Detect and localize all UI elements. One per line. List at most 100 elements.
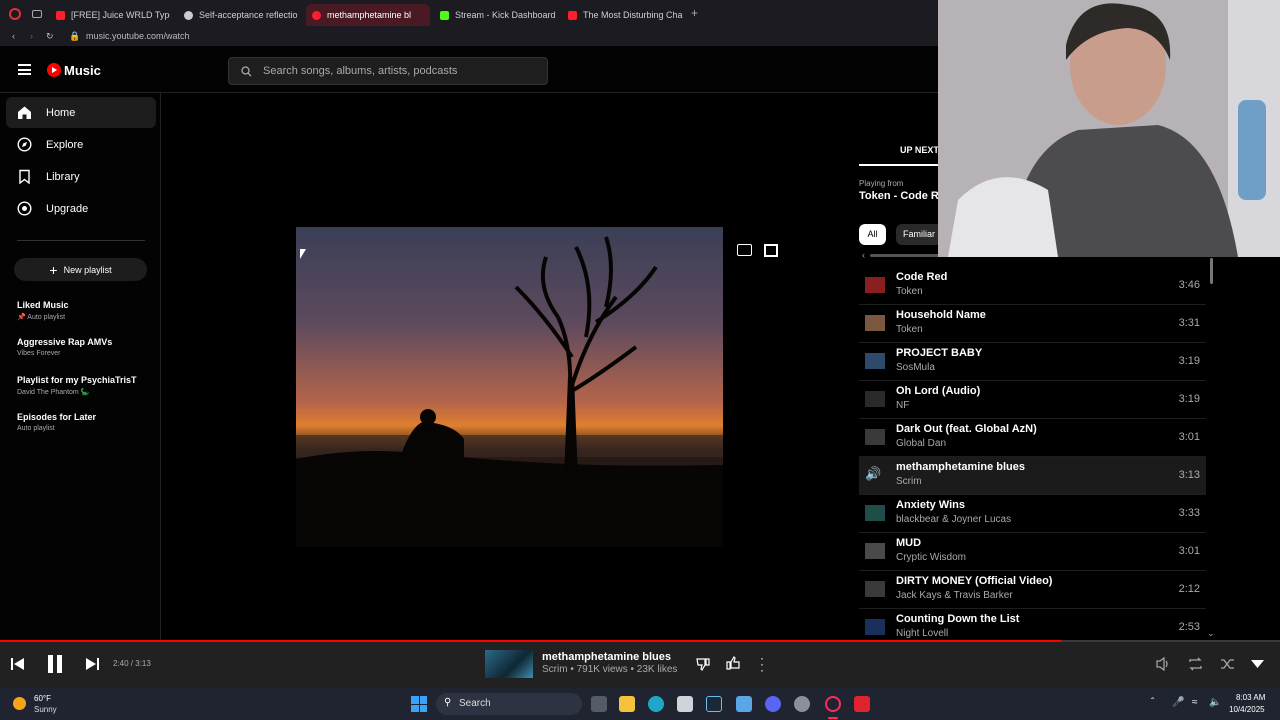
queue-item[interactable]: DIRTY MONEY (Official Video) Jack Kays & … [859, 571, 1206, 609]
tab-label: [FREE] Juice WRLD Type [71, 10, 170, 20]
thumbs-down-icon[interactable] [696, 657, 710, 671]
sidebar-item-label: Library [46, 170, 80, 183]
app-logo-text[interactable]: Music [64, 63, 101, 78]
discord-icon[interactable] [765, 696, 781, 712]
now-playing-thumbnail[interactable] [485, 650, 533, 678]
queue-scrollbar[interactable] [1210, 258, 1213, 284]
opera-logo-icon[interactable] [9, 8, 21, 20]
browser-tab-3[interactable]: Stream - Kick Dashboard [434, 4, 558, 26]
pause-icon[interactable] [46, 655, 64, 673]
playing-from-label: Playing from [859, 179, 904, 188]
new-playlist-button[interactable]: + New playlist [14, 258, 147, 281]
chip-scroll-left-icon[interactable]: ‹ [862, 250, 865, 260]
queue-item-artist: Jack Kays & Travis Barker [896, 590, 1013, 601]
back-icon[interactable]: ‹ [12, 31, 15, 41]
queue-thumbnail[interactable] [865, 505, 885, 521]
opera-gx-icon[interactable] [825, 696, 841, 712]
queue-item[interactable]: MUD Cryptic Wisdom 3:01 [859, 533, 1206, 571]
wifi-icon[interactable]: ≈ [1192, 697, 1198, 708]
chip-all[interactable]: All [859, 224, 886, 245]
file-explorer-icon[interactable] [619, 696, 635, 712]
tray-chevron-icon[interactable]: ˆ [1151, 697, 1154, 708]
sidebar-item-upgrade[interactable]: Upgrade [6, 193, 156, 224]
queue-item-current[interactable]: 🔊 methamphetamine blues Scrim 3:13 [859, 457, 1206, 495]
reload-icon[interactable]: ↻ [46, 31, 54, 42]
browser-tab-0[interactable]: [FREE] Juice WRLD Type [50, 4, 170, 26]
sidebar-item-explore[interactable]: Explore [6, 129, 156, 160]
playlist-item[interactable]: Playlist for my PsychiaTrisT David The P… [17, 375, 157, 396]
capture-app-icon[interactable] [677, 696, 693, 712]
upgrade-icon [17, 201, 32, 216]
queue-thumbnail[interactable] [865, 619, 885, 635]
queue-item[interactable]: Dark Out (feat. Global AzN) Global Dan 3:0… [859, 419, 1206, 457]
clock-date[interactable]: 10/4/2025 [1229, 705, 1265, 714]
chip-scrollbar[interactable] [870, 254, 940, 257]
now-playing-speaker-icon[interactable]: 🔊 [865, 466, 885, 482]
chip-label: Familiar [902, 229, 935, 239]
next-icon[interactable] [86, 658, 99, 670]
more-options-icon[interactable]: · · · [760, 652, 764, 676]
red-app-icon[interactable] [854, 696, 870, 712]
new-tab-icon[interactable]: + [691, 6, 698, 20]
edge-browser-icon[interactable] [648, 696, 664, 712]
now-playing-title[interactable]: methamphetamine blues [542, 651, 671, 663]
playlist-subtitle: Vibes Forever [17, 350, 61, 357]
queue-scroll-down-icon[interactable]: ⌄ [1207, 628, 1215, 639]
playlist-item[interactable]: Aggressive Rap AMVs Vibes Forever [17, 337, 157, 357]
sidebar-item-home[interactable]: Home [6, 97, 156, 128]
steam-icon[interactable] [706, 696, 722, 712]
tab-up-next[interactable]: UP NEXT [900, 145, 939, 155]
queue-item-title: Counting Down the List [896, 613, 1020, 625]
queue-thumbnail[interactable] [865, 353, 885, 369]
notepad-icon[interactable] [736, 696, 752, 712]
playlist-item[interactable]: Liked Music 📌 Auto playlist [17, 300, 157, 321]
new-playlist-label: New playlist [63, 264, 112, 275]
address-bar[interactable]: music.youtube.com/watch [86, 31, 190, 41]
volume-icon[interactable] [1156, 657, 1172, 671]
queue-item-artist: Night Lovell [896, 628, 949, 639]
expand-player-icon[interactable] [1251, 660, 1264, 668]
queue-thumbnail[interactable] [865, 277, 885, 293]
fullscreen-icon[interactable] [764, 244, 778, 257]
taskbar-search-label: Search [459, 698, 491, 709]
clock-time[interactable]: 8:03 AM [1236, 693, 1265, 702]
windows-start-icon[interactable] [411, 696, 427, 712]
weather-widget[interactable]: 60°F Sunny [12, 693, 72, 715]
browser-tab-active[interactable]: methamphetamine bl [306, 4, 430, 26]
browser-tab-4[interactable]: The Most Disturbing Cha [562, 4, 686, 26]
microphone-icon[interactable]: 🎤 [1172, 697, 1184, 708]
queue-thumbnail[interactable] [865, 315, 885, 331]
queue-item[interactable]: Anxiety Wins blackbear & Joyner Lucas 3:33 [859, 495, 1206, 533]
shuffle-icon[interactable] [1220, 657, 1235, 671]
playing-from-value[interactable]: Token - Code Re [859, 190, 945, 202]
thumbs-up-icon[interactable] [726, 656, 740, 670]
queue-thumbnail[interactable] [865, 581, 885, 597]
speaker-icon[interactable]: 🔈 [1209, 697, 1221, 708]
menu-icon[interactable] [18, 64, 31, 75]
previous-icon[interactable] [11, 658, 24, 670]
video-player[interactable] [296, 227, 723, 547]
queue-thumbnail[interactable] [865, 391, 885, 407]
task-view-icon[interactable] [591, 696, 607, 712]
youtube-music-logo-icon[interactable] [47, 63, 61, 77]
miniplayer-icon[interactable] [737, 244, 752, 256]
now-playing-meta[interactable]: Scrim • 791K views • 23K likes [542, 664, 677, 675]
mouse-cursor-icon [300, 249, 306, 259]
queue-thumbnail[interactable] [865, 543, 885, 559]
tab-manager-icon[interactable] [32, 10, 42, 18]
forward-icon[interactable]: › [30, 31, 33, 41]
queue-item[interactable]: Household Name Token 3:31 [859, 305, 1206, 343]
sidebar-item-library[interactable]: Library [6, 161, 156, 192]
queue-item[interactable]: Code Red Token 3:46 [859, 267, 1206, 305]
queue-thumbnail[interactable] [865, 429, 885, 445]
settings-icon[interactable] [794, 696, 810, 712]
chip-familiar[interactable]: Familiar [896, 224, 942, 245]
playlist-item[interactable]: Episodes for Later Auto playlist [17, 412, 157, 432]
taskbar-search[interactable]: ⚲ Search [436, 693, 582, 715]
queue-item-artist: NF [896, 400, 910, 411]
queue-item[interactable]: Oh Lord (Audio) NF 3:19 [859, 381, 1206, 419]
search-input[interactable]: Search songs, albums, artists, podcasts [228, 57, 548, 85]
browser-tab-1[interactable]: Self-acceptance reflectio [178, 4, 300, 26]
repeat-icon[interactable] [1188, 657, 1203, 671]
queue-item[interactable]: PROJECT BABY SosMula 3:19 [859, 343, 1206, 381]
